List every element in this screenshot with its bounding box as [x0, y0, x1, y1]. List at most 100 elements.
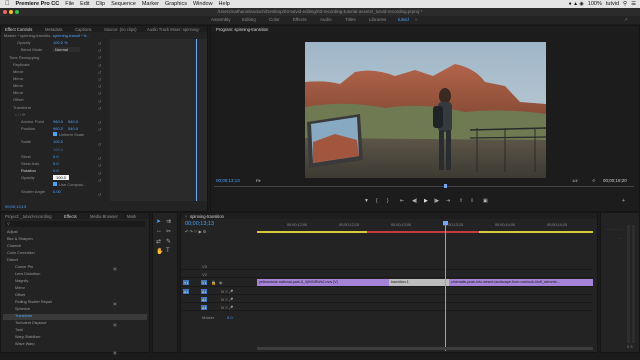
list-item[interactable]: Distort	[7, 258, 18, 262]
tab-effect-controls[interactable]: Effect Controls	[5, 27, 32, 32]
list-item[interactable]: Warp Stabilizer	[15, 335, 41, 339]
clip-yellowstone[interactable]: yellowstone-national-park-8_9j9VNRWs2.mo…	[257, 279, 389, 286]
ec-anchor-x[interactable]: 960.0	[53, 119, 63, 124]
master-clip-label[interactable]: Master * spinning-transitio...	[4, 33, 54, 38]
button-editor-icon[interactable]: +	[622, 198, 625, 204]
track-lock-icon[interactable]: 🔒	[211, 280, 216, 285]
timeline-playhead[interactable]	[445, 221, 446, 351]
ec-mirror-1-label[interactable]: Mirror	[13, 69, 23, 74]
reset-icons-column[interactable]: ↺ ↺ ↺ ↺ ↺ ↺ ↺ ↺ ↺ ↺ ↺ ↺ ↺ ↺ ↺ ↺ ↺ ↺	[98, 40, 104, 200]
track-target-a2[interactable]: A2	[201, 297, 207, 302]
source-patch-v1[interactable]: V1	[183, 280, 189, 285]
ec-rotation-value[interactable]: 0.0	[53, 168, 59, 173]
list-item[interactable]: Lens Distortion	[15, 272, 40, 276]
ec-position-y[interactable]: 540.0	[68, 126, 78, 131]
ec-skew-axis-value[interactable]: 0.0	[53, 161, 59, 166]
go-to-out-icon[interactable]: ⇥	[446, 198, 450, 204]
hand-tool-icon[interactable]: ✋	[156, 248, 163, 255]
ec-tr-opacity-input[interactable]: 100.0	[53, 175, 70, 180]
razor-tool-icon[interactable]: ✂	[166, 228, 171, 235]
track-v2[interactable]: V2	[181, 271, 593, 278]
status-icons[interactable]: ● ▲ ◉	[569, 1, 584, 7]
ec-time-remap-label[interactable]: Time Remapping	[9, 55, 39, 60]
settings-wrench-icon[interactable]: ⚙	[592, 178, 596, 183]
ec-playhead[interactable]	[196, 39, 197, 201]
list-item[interactable]: Corner Pin	[15, 265, 33, 269]
mute-solo-icons[interactable]: M S 🎤	[221, 305, 234, 310]
list-item[interactable]: Twirl	[15, 328, 23, 332]
ec-blend-dropdown[interactable]: Normal	[53, 47, 80, 52]
zoom-window-icon[interactable]	[15, 10, 19, 14]
menu-help[interactable]: Help	[219, 1, 230, 7]
sequence-clip-label[interactable]: spinning-transit * fr...	[53, 33, 89, 38]
menu-graphics[interactable]: Graphics	[165, 1, 187, 7]
list-item-transform[interactable]: Transform	[15, 314, 32, 318]
effects-search-input[interactable]: ⚲	[5, 221, 145, 227]
ec-transform-label[interactable]: Transform	[13, 105, 31, 110]
list-item[interactable]: Adjust	[7, 230, 18, 234]
list-item[interactable]: Mirror	[15, 286, 25, 290]
ec-offset-label[interactable]: Offset	[13, 97, 24, 102]
tab-sequence[interactable]: spinning-transition	[190, 214, 224, 219]
tab-project[interactable]: Project: _tutvid-recording	[5, 214, 52, 219]
close-window-icon[interactable]	[3, 10, 7, 14]
list-item[interactable]: Blur & Sharpen	[7, 237, 33, 241]
ec-position-x[interactable]: 960.0	[53, 126, 63, 131]
step-forward-icon[interactable]: |▶	[434, 198, 439, 204]
track-v3[interactable]: V3	[181, 263, 593, 270]
apple-icon[interactable]: 	[5, 1, 10, 7]
tab-markers[interactable]: Mark	[127, 214, 136, 219]
ec-skew-value[interactable]: 0.0	[53, 154, 59, 159]
tab-captions[interactable]: Captions	[75, 27, 92, 32]
track-target-v1[interactable]: V1	[201, 280, 207, 285]
menu-edit[interactable]: Edit	[80, 1, 89, 7]
menu-sequence[interactable]: Sequence	[111, 1, 136, 7]
track-select-tool-icon[interactable]: ⇉	[166, 218, 171, 225]
use-composition-checkbox[interactable]	[53, 182, 57, 186]
clip-desert-landscape[interactable]: cinematic-push-into-desert-landscape-fro…	[449, 279, 593, 286]
track-a3[interactable]: A3 M S 🎤	[181, 304, 593, 311]
list-item[interactable]: Color Correction	[7, 251, 35, 255]
go-to-in-icon[interactable]: ⇤	[400, 198, 404, 204]
menu-marker[interactable]: Marker	[142, 1, 159, 7]
workspace-editing[interactable]: Editing	[242, 17, 256, 22]
ec-replicate-label[interactable]: Replicate	[13, 62, 30, 67]
timeline-ruler[interactable]: 00;00;12;00 00;00;12;15 00;00;13;00 00;0…	[257, 221, 593, 234]
workspace-tutvid[interactable]: tutvid	[398, 17, 409, 22]
user-name[interactable]: tutvid	[606, 1, 619, 7]
track-v1[interactable]: V1 V1 🔒 ◉ yellowstone-national-park-8_9j…	[181, 279, 593, 287]
list-item[interactable]: Spherize	[15, 307, 30, 311]
workspace-titles[interactable]: Titles	[345, 17, 356, 22]
ec-opacity-value[interactable]: 100.0 %	[53, 40, 68, 45]
zoom-fit-dropdown[interactable]: Fit	[256, 178, 260, 183]
tab-source[interactable]: Source: (no clips)	[104, 27, 137, 32]
mark-out-icon[interactable]: }	[387, 198, 389, 204]
timeline-timecode[interactable]: 00;00;13;13	[185, 221, 214, 227]
extract-icon[interactable]: ⇩	[470, 198, 474, 204]
track-target-a3[interactable]: A3	[201, 305, 207, 310]
timeline-scrollbar[interactable]	[257, 347, 593, 350]
quick-export-icon[interactable]: ↗	[624, 17, 628, 23]
uniform-scale-checkbox[interactable]	[53, 132, 57, 136]
workspace-libraries[interactable]: Libraries	[369, 17, 386, 22]
tab-effects[interactable]: Effects	[64, 214, 77, 219]
program-timecode[interactable]: 00;00;13;13	[216, 178, 240, 183]
list-item[interactable]: Wave Warp	[15, 342, 35, 346]
timeline-tools-icons[interactable]: ↶ ↷ ⚐ ▶ ⚙	[185, 229, 206, 234]
type-tool-icon[interactable]: T	[166, 248, 170, 254]
menu-file[interactable]: File	[65, 1, 74, 7]
minimize-window-icon[interactable]	[9, 10, 13, 14]
ec-mirror-3-label[interactable]: Mirror	[13, 83, 23, 88]
lift-icon[interactable]: ⇧	[459, 198, 463, 204]
master-track-value[interactable]: 0.0	[227, 315, 233, 320]
timeline-scroll-thumb[interactable]	[257, 347, 593, 350]
track-a2[interactable]: A2 M S 🎤	[181, 296, 593, 303]
program-monitor-title[interactable]: Program: spinning-transition	[216, 27, 268, 32]
list-item[interactable]: Channel	[7, 244, 21, 248]
resolution-dropdown[interactable]: 1/4	[572, 178, 578, 183]
ripple-edit-tool-icon[interactable]: ↔	[156, 228, 162, 234]
workspace-color[interactable]: Color	[269, 17, 280, 22]
tab-metadata[interactable]: Metadata	[45, 27, 62, 32]
add-marker-icon[interactable]: ▼	[364, 198, 369, 204]
mute-solo-icons[interactable]: M S 🎤	[221, 289, 234, 294]
